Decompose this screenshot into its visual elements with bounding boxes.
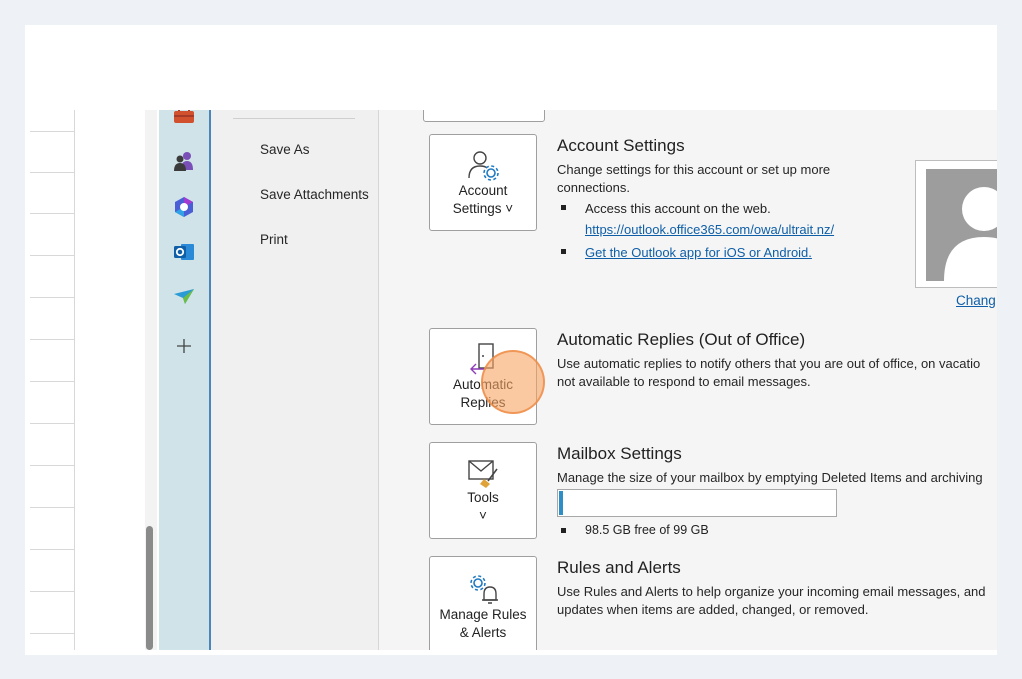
nav-item-print[interactable]: Print — [260, 232, 288, 247]
backstage-nav: Save As Save Attachments Print — [211, 110, 379, 650]
add-account-button[interactable] — [423, 110, 545, 122]
account-settings-button[interactable]: Account Settings ˅ — [429, 134, 537, 231]
account-settings-desc-1: Change settings for this account or set … — [557, 162, 831, 177]
screenshot-frame: Save As Save Attachments Print Account S… — [25, 25, 997, 655]
scrollbar-thumb[interactable] — [146, 526, 153, 650]
mailbox-usage-fill — [559, 491, 563, 515]
list-row[interactable] — [30, 131, 74, 173]
nav-divider — [233, 118, 355, 119]
list-row[interactable] — [30, 592, 74, 634]
list-row[interactable] — [30, 256, 74, 298]
nav-item-save-attachments[interactable]: Save Attachments — [260, 187, 369, 202]
account-gear-icon — [468, 150, 499, 181]
automatic-replies-label-2: Replies — [460, 394, 506, 410]
list-row[interactable] — [30, 382, 74, 424]
app-bar — [159, 110, 211, 650]
mailbox-settings-desc: Manage the size of your mailbox by empty… — [557, 470, 983, 485]
mailbox-settings-title: Mailbox Settings — [557, 444, 682, 463]
plus-icon[interactable] — [173, 335, 195, 357]
list-row[interactable] — [30, 424, 74, 466]
rules-alerts-title: Rules and Alerts — [557, 558, 681, 577]
nav-item-save-as[interactable]: Save As — [260, 142, 310, 157]
list-row[interactable] — [30, 214, 74, 256]
copilot-icon[interactable] — [173, 196, 195, 218]
mailbox-broom-icon — [468, 459, 498, 488]
mailbox-free-text: 98.5 GB free of 99 GB — [585, 523, 709, 537]
change-photo-link[interactable]: Chang — [956, 293, 996, 308]
account-settings-desc-2: connections. — [557, 180, 630, 195]
web-access-text: Access this account on the web. — [585, 201, 771, 216]
briefcase-icon[interactable] — [173, 110, 195, 126]
message-list-pane — [25, 110, 147, 650]
list-row[interactable] — [30, 110, 74, 132]
manage-rules-label-2: & Alerts — [459, 625, 507, 640]
account-settings-label-2: Settings ˅ — [452, 200, 514, 216]
account-settings-title: Account Settings — [557, 136, 685, 155]
avatar — [926, 169, 997, 281]
list-row[interactable] — [30, 340, 74, 382]
rules-bell-icon — [470, 575, 498, 604]
mailbox-usage-bar — [557, 489, 837, 517]
manage-rules-button[interactable]: Manage Rules & Alerts — [429, 556, 537, 650]
automatic-replies-button[interactable]: Automatic Replies — [429, 328, 537, 425]
tools-chevron: ˅ — [479, 507, 487, 523]
outlook-mobile-link[interactable]: Get the Outlook app for iOS or Android. — [585, 245, 812, 260]
bullet-marker — [561, 205, 566, 210]
paper-plane-icon[interactable] — [173, 286, 195, 308]
automatic-replies-label-1: Automatic — [452, 376, 514, 392]
automatic-replies-desc-1: Use automatic replies to notify others t… — [557, 356, 981, 371]
bullet-marker — [561, 528, 566, 533]
automatic-replies-desc-2: not available to respond to email messag… — [557, 374, 811, 389]
outlook-icon[interactable] — [173, 241, 195, 263]
account-settings-label-1: Account — [458, 182, 508, 198]
people-icon[interactable] — [173, 150, 195, 172]
outlook-backstage: Save As Save Attachments Print Account S… — [25, 110, 997, 650]
door-arrow-icon — [470, 342, 494, 374]
list-row[interactable] — [30, 550, 74, 592]
mailbox-tools-button[interactable]: Tools ˅ — [429, 442, 537, 539]
list-row[interactable] — [30, 508, 74, 550]
bullet-marker — [561, 249, 566, 254]
list-row[interactable] — [30, 298, 74, 340]
automatic-replies-title: Automatic Replies (Out of Office) — [557, 330, 806, 349]
rules-alerts-desc-2: updates when items are added, changed, o… — [557, 602, 869, 617]
rules-alerts-desc-1: Use Rules and Alerts to help organize yo… — [557, 584, 986, 599]
profile-photo[interactable] — [915, 160, 997, 288]
person-silhouette-icon — [944, 187, 997, 281]
owa-link[interactable]: https://outlook.office365.com/owa/ultrai… — [585, 222, 834, 237]
account-info-panel: Account Settings ˅ Account Settings Chan… — [379, 110, 997, 650]
tools-label: Tools — [467, 489, 499, 505]
list-row[interactable] — [30, 172, 74, 214]
manage-rules-label-1: Manage Rules — [439, 607, 527, 622]
list-row[interactable] — [30, 466, 74, 508]
list-divider — [74, 110, 75, 650]
